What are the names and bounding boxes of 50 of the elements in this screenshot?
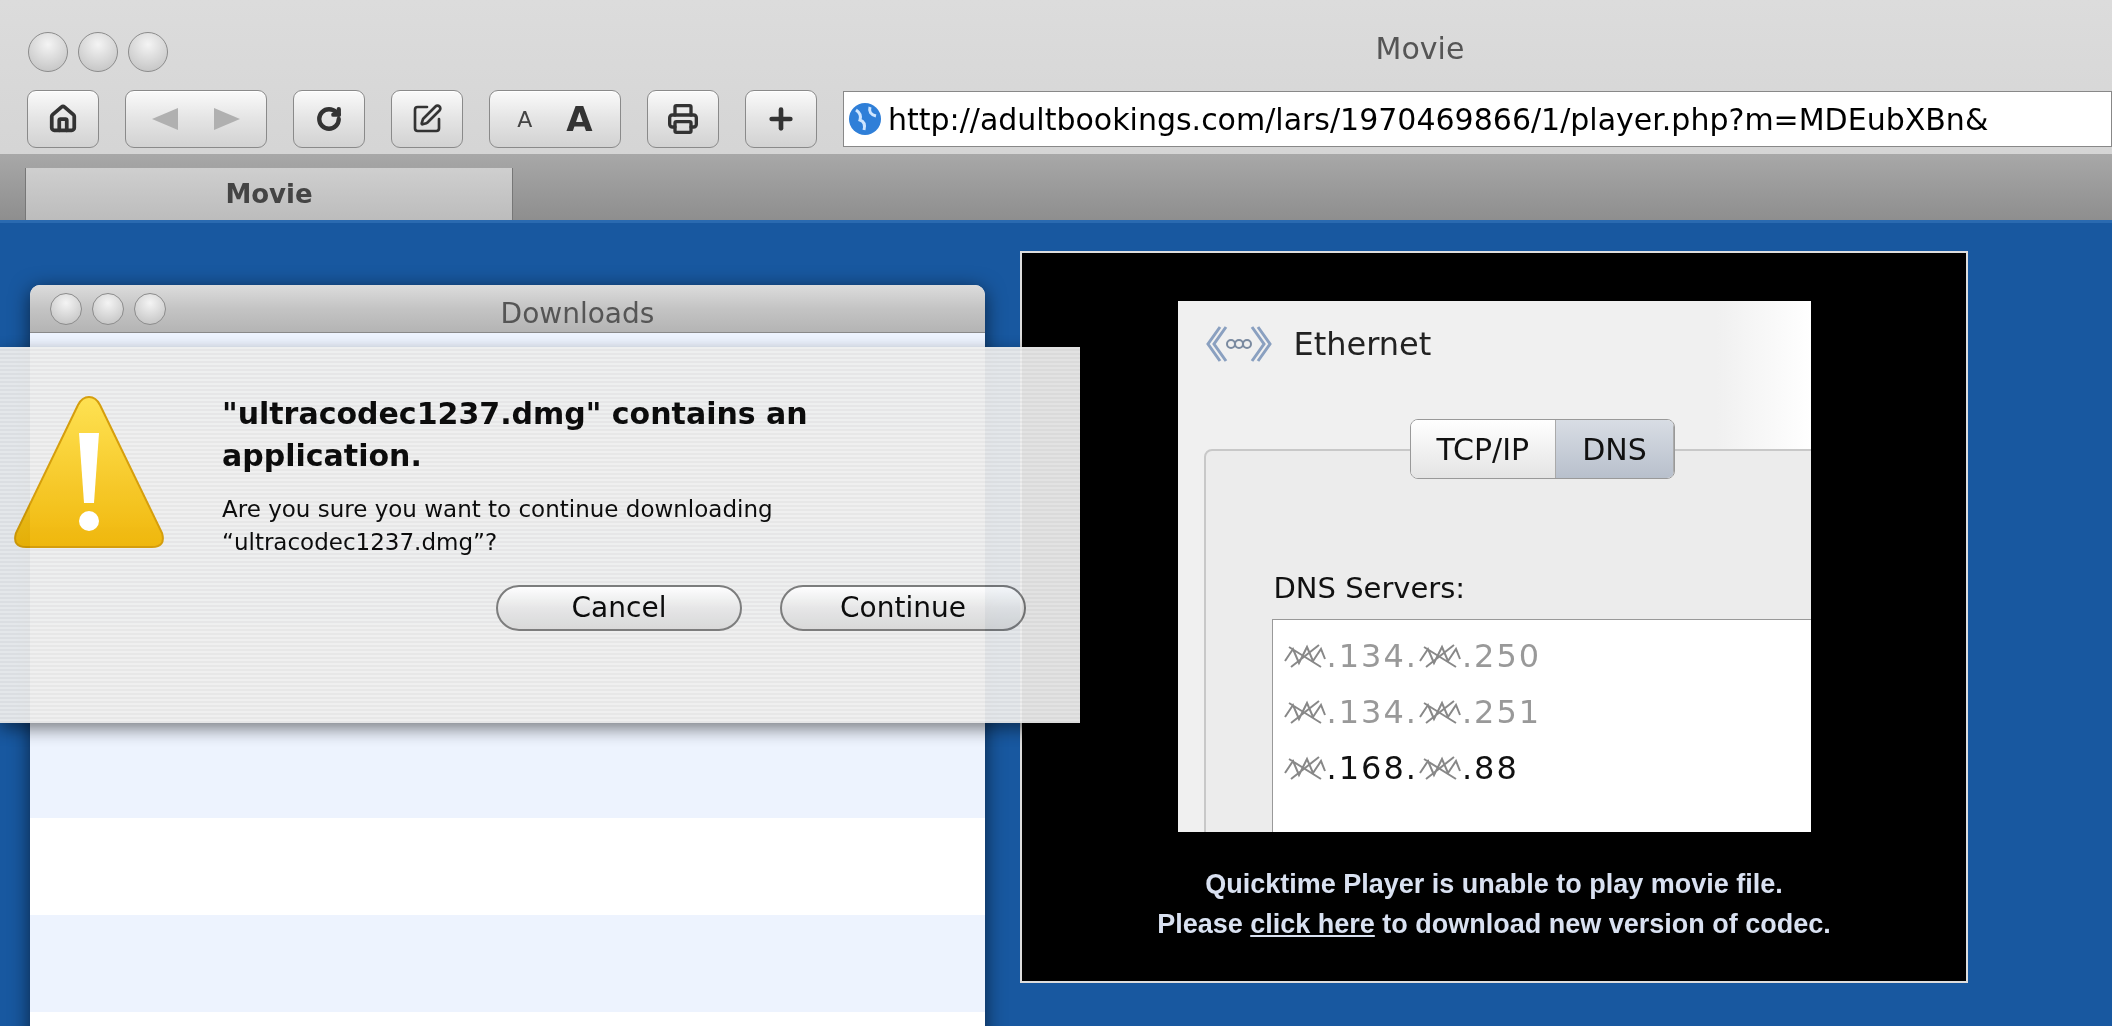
cancel-button[interactable]: Cancel: [496, 585, 742, 631]
window-control[interactable]: [50, 292, 82, 325]
home-button[interactable]: [27, 90, 99, 148]
alert-message: Are you sure you want to continue downloading “ultracodec1237.dmg”?: [222, 495, 774, 557]
print-button[interactable]: [647, 90, 719, 148]
window-control[interactable]: [28, 32, 68, 72]
window-title: Downloads: [499, 296, 656, 332]
dns-address-part: .134.: [1326, 636, 1418, 677]
pencil-icon: [411, 103, 443, 135]
redaction-scribble-icon: [1282, 641, 1327, 671]
redaction-scribble-icon: [1282, 697, 1327, 727]
dns-address-part: .134.: [1326, 692, 1418, 733]
window-control[interactable]: [78, 32, 118, 72]
edit-button[interactable]: [391, 90, 463, 148]
dns-address-part: .250: [1461, 636, 1542, 677]
browser-tab[interactable]: Movie: [25, 168, 513, 220]
reload-icon: [316, 106, 342, 132]
warning-icon: [12, 393, 166, 551]
back-arrow-icon: [152, 108, 178, 130]
smaller-text-button[interactable]: A: [517, 102, 533, 136]
redaction-scribble-icon: [1417, 697, 1462, 727]
larger-text-button[interactable]: A: [566, 93, 593, 145]
window-control[interactable]: [92, 292, 124, 325]
text-size-control[interactable]: A A: [489, 90, 621, 148]
window-control[interactable]: [134, 292, 166, 325]
add-bookmark-button[interactable]: [745, 90, 817, 148]
printer-icon: [667, 103, 699, 135]
ethernet-title: Ethernet: [1293, 324, 1432, 365]
back-forward-button[interactable]: [125, 90, 267, 148]
redaction-scribble-icon: [1417, 753, 1462, 783]
dns-servers-label: DNS Servers:: [1273, 570, 1466, 607]
dns-address-part: .168.: [1326, 748, 1418, 789]
settings-tab[interactable]: DNS: [1556, 420, 1674, 478]
alert-title: "ultracodec1237.dmg" contains an application.: [222, 395, 809, 475]
dns-address-part: .251: [1461, 692, 1542, 733]
codec-error-message: Quicktime Player is unable to play movie file. Please click here to download new version of codec.: [1157, 868, 1831, 941]
globe-icon: [848, 102, 882, 136]
url-text: http://adultbookings.com/lars/1970469866/1/player.php?m=MDEubXBn&: [888, 100, 1989, 139]
forward-arrow-icon: [214, 108, 240, 130]
window-title: Movie: [1374, 30, 1466, 68]
address-field[interactable]: http://adultbookings.com/lars/1970469866/1/player.php?m=MDEubXBn&: [843, 91, 2112, 147]
download-link[interactable]: click here: [1250, 909, 1375, 939]
redaction-scribble-icon: [1417, 641, 1462, 671]
redaction-scribble-icon: [1282, 753, 1327, 783]
home-icon: [48, 104, 78, 134]
window-control[interactable]: [128, 32, 168, 72]
continue-button[interactable]: Continue: [780, 585, 1026, 631]
settings-tab[interactable]: TCP/IP: [1410, 420, 1557, 478]
reload-button[interactable]: [293, 90, 365, 148]
dns-address-part: .88: [1461, 748, 1519, 789]
